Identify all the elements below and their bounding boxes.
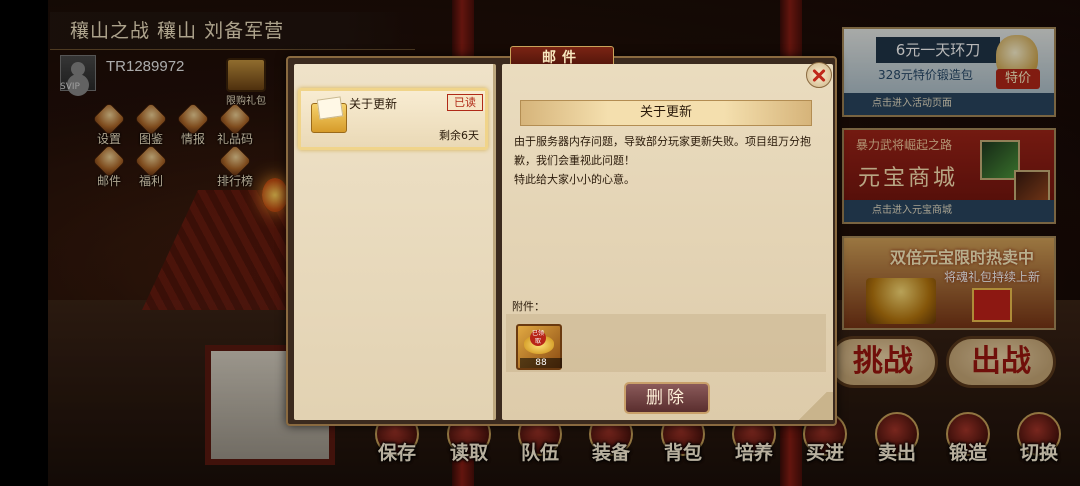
read-status-badge: 已读 bbox=[447, 94, 483, 111]
close-icon[interactable] bbox=[806, 62, 832, 88]
attachment-count: 88 bbox=[520, 358, 562, 368]
envelope-icon bbox=[311, 103, 347, 133]
delete-button[interactable]: 删除 bbox=[624, 382, 710, 414]
mail-dialog: 邮件 关于更新 已读 剩余6天 关于更新 由于服务器内存问题，导致部分玩家更新失… bbox=[286, 46, 837, 426]
claimed-stamp: 已领取 bbox=[530, 330, 546, 346]
page-curl bbox=[793, 392, 833, 420]
mail-content-panel: 关于更新 由于服务器内存问题，导致部分玩家更新失败。项目组万分抱歉，我们会重视此… bbox=[502, 64, 833, 420]
mail-content-title: 关于更新 bbox=[520, 100, 812, 126]
attachment-gold-ingot[interactable]: 已领取 88 bbox=[516, 324, 562, 370]
mail-expiry: 剩余6天 bbox=[439, 129, 479, 142]
mail-list: 关于更新 已读 剩余6天 bbox=[294, 64, 496, 420]
mail-subject: 关于更新 bbox=[349, 97, 398, 111]
mail-list-item[interactable]: 关于更新 已读 剩余6天 bbox=[298, 88, 488, 150]
mail-body-paragraph: 特此给大家小小的心意。 bbox=[514, 173, 635, 186]
mail-body: 由于服务器内存问题，导致部分玩家更新失败。项目组万分抱歉，我们会重视此问题！ 特… bbox=[514, 132, 826, 189]
attachments-label: 附件： bbox=[512, 300, 545, 313]
mail-body-paragraph: 由于服务器内存问题，导致部分玩家更新失败。项目组万分抱歉，我们会重视此问题！ bbox=[514, 135, 811, 167]
